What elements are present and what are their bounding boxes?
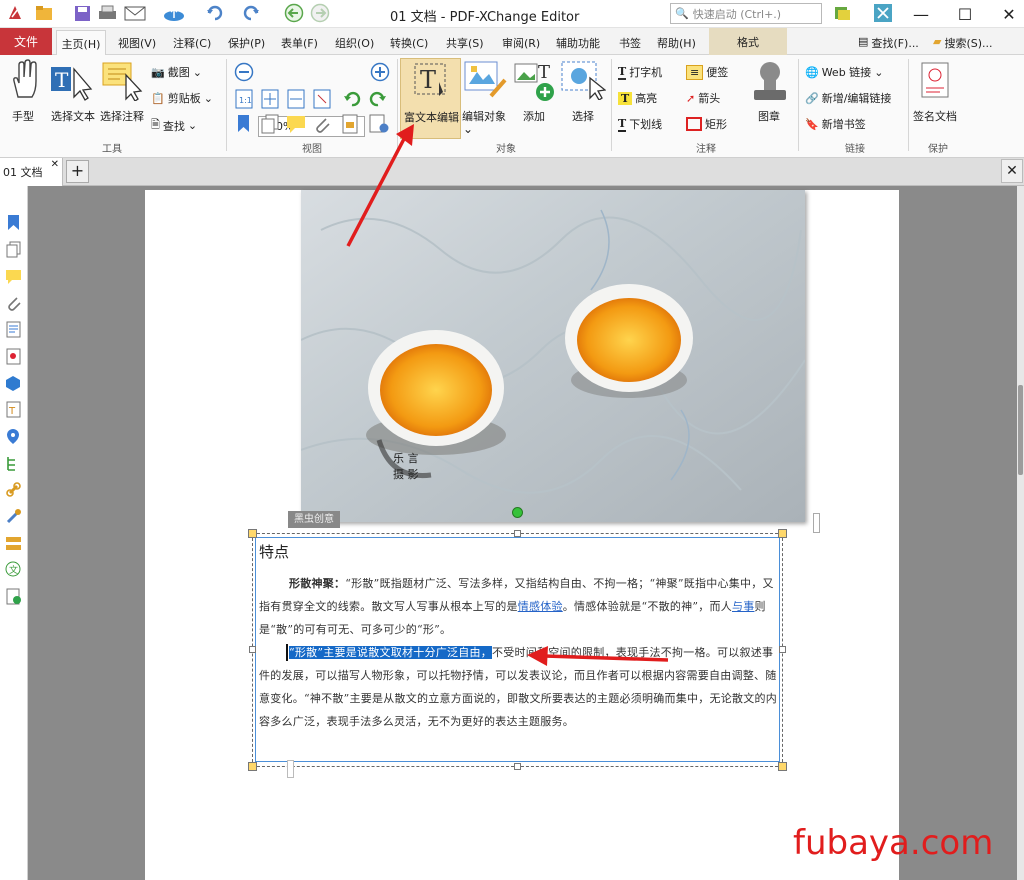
annotation-arrows — [346, 124, 669, 666]
watermark: fubaya.com — [793, 823, 994, 863]
arrowhead-up — [396, 124, 414, 146]
arrow-to-rich-text-button — [346, 136, 407, 247]
arrowhead-left — [527, 646, 548, 666]
arrow-to-selected-text — [544, 654, 669, 662]
